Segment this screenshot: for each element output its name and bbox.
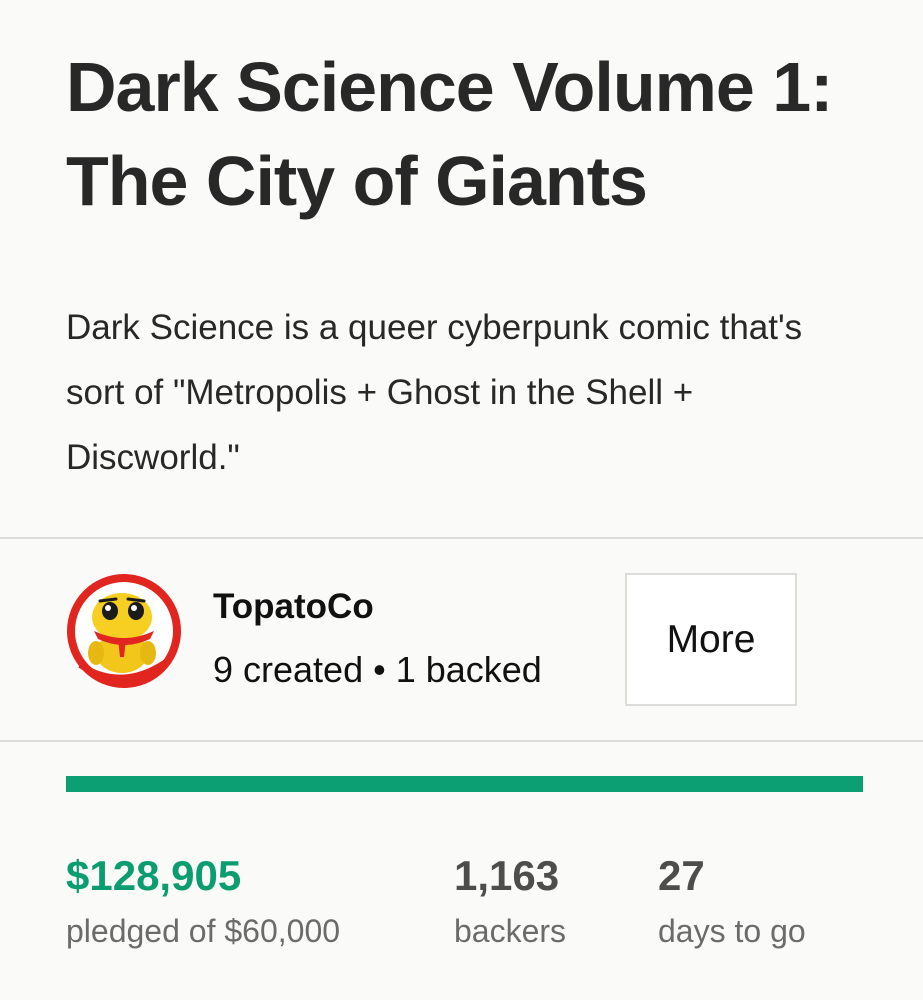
project-page: Dark Science Volume 1: The City of Giant… — [0, 0, 923, 1000]
creator-avatar[interactable] — [66, 573, 182, 689]
backers-count: 1,163 — [454, 852, 560, 899]
pledged-goal-label: pledged of $60,000 — [66, 913, 341, 949]
days-left-count: 27 — [658, 852, 705, 899]
days-left-label: days to go — [658, 913, 806, 949]
project-blurb: Dark Science is a queer cyberpunk comic … — [66, 308, 803, 477]
more-button[interactable]: More — [625, 573, 797, 706]
backers-stat: 1,163 backers — [454, 850, 566, 952]
backed-count: 1 backed — [395, 649, 542, 690]
created-count: 9 created — [213, 649, 364, 690]
funding-progress-bar — [66, 776, 863, 792]
separator-dot: • — [373, 649, 386, 690]
project-title: Dark Science Volume 1: The City of Giant… — [66, 48, 834, 220]
creator-name[interactable]: TopatoCo — [213, 585, 374, 629]
divider — [0, 537, 923, 539]
pledged-amount: $128,905 — [66, 852, 242, 899]
days-left-stat: 27 days to go — [658, 850, 806, 952]
divider — [0, 740, 923, 742]
pledged-stat: $128,905 pledged of $60,000 — [66, 850, 340, 952]
duck-mascot-icon — [67, 574, 181, 688]
backers-label: backers — [454, 913, 567, 949]
funding-progress-fill — [66, 776, 863, 792]
creator-stats: 9 created • 1 backed — [213, 647, 542, 693]
